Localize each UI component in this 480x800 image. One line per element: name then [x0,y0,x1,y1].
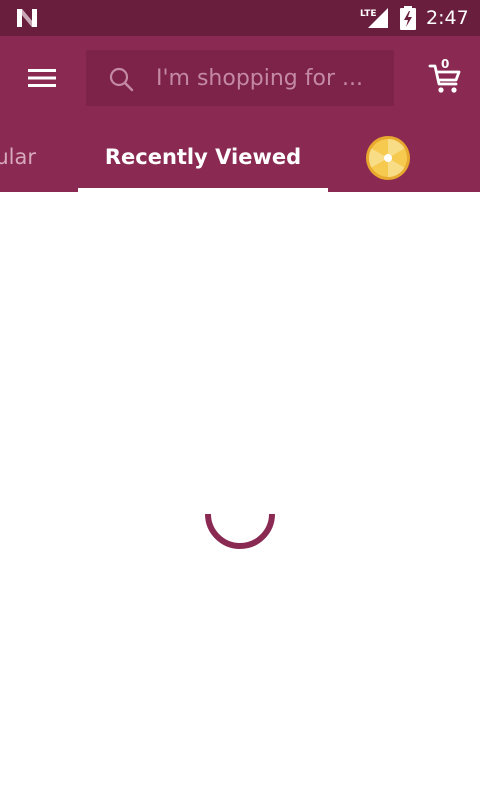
lte-label: LTE [360,9,377,19]
lte-signal-icon: LTE [360,8,388,28]
cart-count-badge: 0 [441,57,450,71]
status-time: 2:47 [426,7,469,29]
search-icon [109,67,134,92]
app-bar: I'm shopping for ... 0 pular Recently Vi… [0,36,480,192]
hamburger-menu-icon[interactable] [26,66,58,90]
tab-recently-viewed-label: Recently Viewed [104,145,302,169]
search-input[interactable]: I'm shopping for ... [156,65,388,93]
status-bar: LTE 2:47 [0,0,480,36]
n-logo-icon [17,9,37,27]
search-bar[interactable]: I'm shopping for ... [86,50,394,106]
loading-spinner-icon [205,513,275,549]
app-screen: LTE 2:47 I'm shopping for ... 0 ular Rec… [0,0,480,800]
tab-popular[interactable]: pular [0,144,62,170]
prize-wheel-icon[interactable] [364,134,412,182]
tab-recently-viewed[interactable]: Recently Viewed [78,132,328,192]
recently-viewed-content [0,192,480,800]
battery-charging-icon [400,6,416,30]
